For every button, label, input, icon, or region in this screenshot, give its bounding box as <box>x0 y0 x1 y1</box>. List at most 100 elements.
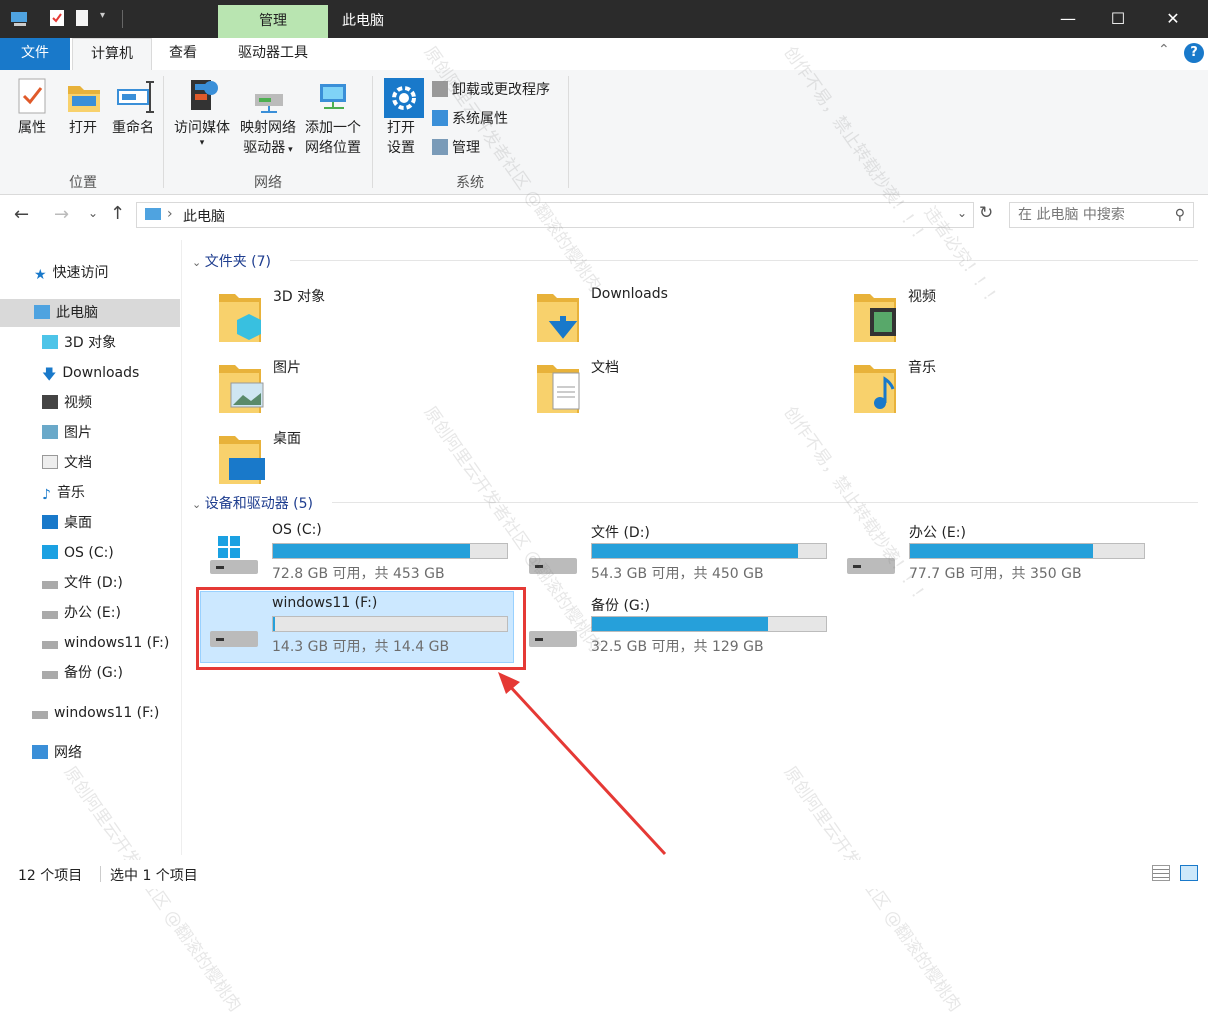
address-dropdown-icon[interactable]: ⌄ <box>957 206 967 220</box>
sidebar-item-label: windows11 (F:) <box>64 635 170 651</box>
drive-icon <box>42 611 58 619</box>
system-properties-label: 系统属性 <box>452 111 508 127</box>
sidebar-item-usb-drive[interactable]: windows11 (F:) <box>0 699 180 727</box>
sidebar-item-label: 桌面 <box>64 515 92 531</box>
drive-c[interactable]: OS (C:) 72.8 GB 可用，共 453 GB <box>200 522 520 596</box>
folder-pictures-icon <box>217 361 267 417</box>
cube-3d-icon <box>42 335 58 349</box>
drive-d[interactable]: 文件 (D:) 54.3 GB 可用，共 450 GB <box>519 522 839 596</box>
details-view-icon[interactable] <box>1152 865 1170 881</box>
collapse-ribbon-icon[interactable]: ⌃ <box>1158 42 1170 58</box>
drive-icon <box>42 581 58 589</box>
drive-usage-bar <box>909 543 1145 559</box>
sidebar-item-drive-e[interactable]: 办公 (E:) <box>0 599 180 627</box>
folder-videos[interactable]: 视频 <box>852 286 1152 352</box>
maximize-button[interactable]: ☐ <box>1093 0 1143 38</box>
sidebar-item-label: Downloads <box>62 365 140 381</box>
manage-label: 管理 <box>452 140 480 156</box>
help-icon[interactable]: ? <box>1184 43 1204 63</box>
tab-manage[interactable]: 管理 <box>218 5 328 38</box>
folder-documents[interactable]: 文档 <box>535 357 835 423</box>
chevron-down-icon: ▾ <box>199 138 205 148</box>
rename-button[interactable]: 重命名 <box>108 78 158 138</box>
sidebar-item-music[interactable]: ♪ 音乐 <box>0 479 180 507</box>
annotation-arrow <box>498 672 667 856</box>
picture-icon <box>42 425 58 439</box>
drive-usage-fill <box>273 544 470 558</box>
folder-downloads[interactable]: Downloads <box>535 286 835 352</box>
properties-button[interactable]: 属性 <box>10 78 54 138</box>
sidebar-item-label: 文件 (D:) <box>64 575 123 591</box>
sidebar-item-this-pc[interactable]: 此电脑 <box>0 299 180 327</box>
system-properties-button[interactable]: 系统属性 <box>432 106 508 132</box>
folder-label: 文档 <box>591 360 619 376</box>
settings-gear-icon <box>384 78 424 118</box>
sidebar-item-network[interactable]: 网络 <box>0 739 180 767</box>
minimize-button[interactable]: — <box>1043 0 1093 38</box>
uninstall-programs-button[interactable]: 卸载或更改程序 <box>432 77 550 103</box>
add-network-location-button[interactable]: 添加一个 网络位置 <box>300 78 366 158</box>
sidebar-item-drive-f[interactable]: windows11 (F:) <box>0 629 180 657</box>
ribbon-separator <box>372 76 373 188</box>
up-arrow-icon[interactable]: ↑ <box>110 203 125 224</box>
drive-usage-fill <box>910 544 1093 558</box>
sidebar-item-label: 3D 对象 <box>64 335 117 351</box>
manage-button[interactable]: 管理 <box>432 135 480 161</box>
new-folder-quick-icon[interactable] <box>76 10 88 26</box>
recent-locations-icon[interactable]: ⌄ <box>88 206 98 220</box>
sidebar-item-label: 备份 (G:) <box>64 665 123 681</box>
sidebar-item-drive-c[interactable]: OS (C:) <box>0 539 180 567</box>
open-settings-button[interactable]: 打开 设置 <box>378 78 424 158</box>
rename-label: 重命名 <box>112 120 154 136</box>
properties-quick-icon[interactable] <box>50 10 64 26</box>
drive-e[interactable]: 办公 (E:) 77.7 GB 可用，共 350 GB <box>837 522 1157 596</box>
drive-icon <box>527 550 579 580</box>
tab-file[interactable]: 文件 <box>0 38 70 70</box>
refresh-icon[interactable]: ↻ <box>979 203 993 223</box>
folder-pictures[interactable]: 图片 <box>217 357 517 423</box>
back-arrow-icon[interactable]: ← <box>14 204 29 225</box>
sidebar-item-label: 图片 <box>64 425 92 441</box>
close-button[interactable]: ✕ <box>1148 0 1198 38</box>
search-input[interactable]: 在 此电脑 中搜索 ⚲ <box>1009 202 1194 228</box>
selected-count: 选中 1 个项目 <box>110 868 198 884</box>
status-divider <box>100 866 101 882</box>
sidebar-item-desktop[interactable]: 桌面 <box>0 509 180 537</box>
folders-header-label: 文件夹 (7) <box>204 254 271 270</box>
map-network-drive-button[interactable]: 映射网络 驱动器 ▾ <box>236 78 300 160</box>
sidebar-item-documents[interactable]: 文档 <box>0 449 180 477</box>
forward-arrow-icon[interactable]: → <box>54 204 69 225</box>
star-icon: ★ <box>34 267 47 283</box>
tab-view[interactable]: 查看 <box>152 38 214 70</box>
drive-icon <box>845 550 897 580</box>
address-bar[interactable]: › 此电脑 ⌄ <box>136 202 974 228</box>
access-media-button[interactable]: 访问媒体 ▾ <box>170 78 234 148</box>
drive-g[interactable]: 备份 (G:) 32.5 GB 可用，共 129 GB <box>519 595 839 669</box>
sidebar-item-videos[interactable]: 视频 <box>0 389 180 417</box>
large-icons-view-icon[interactable] <box>1180 865 1198 881</box>
drive-usage-fill <box>592 617 768 631</box>
sidebar-item-3d-objects[interactable]: 3D 对象 <box>0 329 180 357</box>
sidebar-item-pictures[interactable]: 图片 <box>0 419 180 447</box>
folder-music[interactable]: 音乐 <box>852 357 1152 423</box>
folder-3d-objects[interactable]: 3D 对象 <box>217 286 517 352</box>
quick-access-dropdown-icon[interactable]: ▾ <box>100 10 105 21</box>
drive-usage-bar <box>272 543 508 559</box>
folders-section-header[interactable]: ⌄ 文件夹 (7) <box>192 251 271 271</box>
titlebar-divider <box>122 10 123 28</box>
breadcrumb-this-pc[interactable]: 此电脑 <box>183 206 225 226</box>
sidebar-item-drive-g[interactable]: 备份 (G:) <box>0 659 180 687</box>
sidebar-item-drive-d[interactable]: 文件 (D:) <box>0 569 180 597</box>
folder-label: 3D 对象 <box>273 289 326 305</box>
folder-desktop[interactable]: 桌面 <box>217 428 517 494</box>
tab-drive-tools[interactable]: 驱动器工具 <box>218 38 328 70</box>
sidebar-item-downloads[interactable]: 🡇 Downloads <box>0 359 180 387</box>
open-button[interactable]: 打开 <box>62 78 104 138</box>
add-location-label-1: 添加一个 <box>305 120 361 136</box>
drives-section-header[interactable]: ⌄ 设备和驱动器 (5) <box>192 493 313 513</box>
computer-icon <box>34 305 50 319</box>
drive-name: 备份 (G:) <box>591 598 650 614</box>
section-divider <box>332 502 1198 503</box>
sidebar-item-quick-access[interactable]: ★ 快速访问 <box>0 259 180 287</box>
tab-computer[interactable]: 计算机 <box>72 38 152 71</box>
